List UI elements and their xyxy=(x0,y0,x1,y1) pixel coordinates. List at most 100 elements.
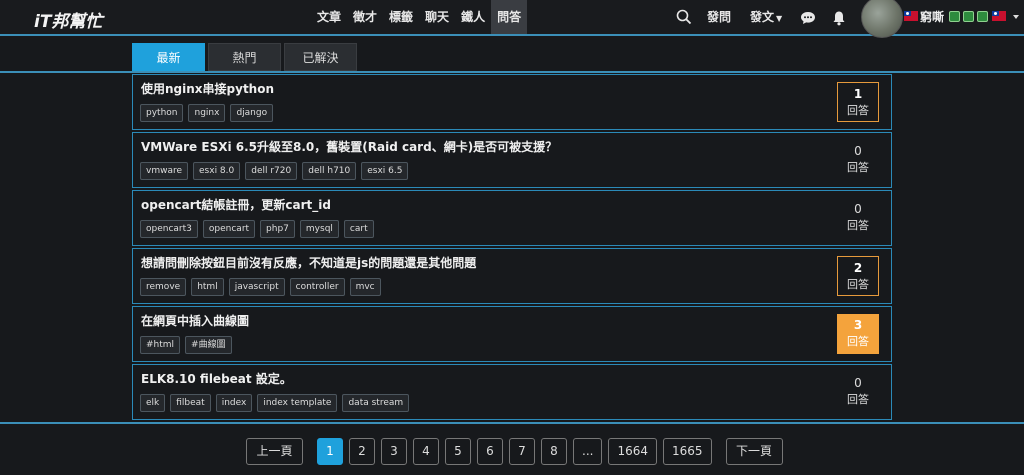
tag-list: python nginx django xyxy=(140,104,274,122)
answer-count[interactable]: 0 回答 xyxy=(837,140,879,180)
tag[interactable]: #曲線圖 xyxy=(185,336,232,354)
question-item: 在網頁中插入曲線圖 #html #曲線圖 3 回答 xyxy=(132,306,892,362)
tag[interactable]: html xyxy=(191,278,224,296)
divider xyxy=(0,422,1024,424)
mahjong-badge-icon xyxy=(977,11,988,22)
answer-count[interactable]: 0 回答 xyxy=(837,372,879,412)
question-list: 使用nginx串接python python nginx django 1 回答… xyxy=(132,74,892,422)
nav-link-chat[interactable]: 聊天 xyxy=(419,0,455,34)
question-item: 想請問刪除按鈕目前沒有反應，不知道是js的問題還是其他問題 remove htm… xyxy=(132,248,892,304)
page-button[interactable]: 7 xyxy=(509,438,535,465)
question-title[interactable]: opencart結帳註冊，更新cart_id xyxy=(141,196,331,213)
answer-count-number: 1 xyxy=(853,87,863,101)
tag[interactable]: mvc xyxy=(349,278,381,296)
page-button[interactable]: 1664 xyxy=(608,438,657,465)
tag-list: remove html javascript controller mvc xyxy=(140,278,381,296)
username[interactable]: 窮嘶 xyxy=(920,0,944,34)
chevron-down-icon: ▼ xyxy=(776,14,783,23)
chat-icon[interactable] xyxy=(800,11,816,25)
question-item: opencart結帳註冊，更新cart_id opencart3 opencar… xyxy=(132,190,892,246)
answer-count-label: 回答 xyxy=(847,393,869,406)
avatar[interactable] xyxy=(861,0,903,38)
question-title[interactable]: ELK8.10 filebeat 設定。 xyxy=(141,370,292,387)
tag[interactable]: filbeat xyxy=(170,394,211,412)
page-button[interactable]: 4 xyxy=(413,438,439,465)
tag[interactable]: #html xyxy=(140,336,181,354)
taiwan-flag-icon xyxy=(992,11,1006,21)
nav-link-jobs[interactable]: 徵才 xyxy=(347,0,383,34)
tag[interactable]: esxi 6.5 xyxy=(361,162,409,180)
ask-button[interactable]: 發問 xyxy=(707,0,731,34)
tag[interactable]: vmware xyxy=(140,162,189,180)
tag[interactable]: esxi 8.0 xyxy=(193,162,241,180)
page-button[interactable]: 2 xyxy=(349,438,375,465)
nav-link-qa[interactable]: 問答 xyxy=(491,0,528,34)
page-ellipsis: ... xyxy=(573,438,603,465)
bell-icon[interactable] xyxy=(832,10,846,26)
prev-page-button[interactable]: 上一頁 xyxy=(246,438,303,465)
page-button[interactable]: 6 xyxy=(477,438,503,465)
answer-count-number: 0 xyxy=(854,376,862,390)
tag[interactable]: python xyxy=(140,104,184,122)
tag-list: opencart3 opencart php7 mysql cart xyxy=(140,220,374,238)
tab-popular[interactable]: 熱門 xyxy=(208,43,281,71)
tag[interactable]: data stream xyxy=(342,394,410,412)
tab-solved[interactable]: 已解決 xyxy=(284,43,357,71)
tag[interactable]: dell h710 xyxy=(302,162,357,180)
tag[interactable]: php7 xyxy=(260,220,295,238)
top-nav: iT邦幫忙 文章 徵才 標籤 聊天 鐵人 問答 發問 發文 ▼ 窮嘶 xyxy=(0,0,1024,38)
question-title[interactable]: 在網頁中插入曲線圖 xyxy=(141,312,249,329)
tab-latest[interactable]: 最新 xyxy=(132,43,205,71)
tag[interactable]: controller xyxy=(289,278,345,296)
tag[interactable]: remove xyxy=(140,278,187,296)
page-button[interactable]: 1 xyxy=(317,438,343,465)
tag[interactable]: nginx xyxy=(188,104,226,122)
question-title[interactable]: 想請問刪除按鈕目前沒有反應，不知道是js的問題還是其他問題 xyxy=(141,254,476,271)
tag[interactable]: index xyxy=(215,394,253,412)
answer-count-label: 回答 xyxy=(847,161,869,174)
divider xyxy=(0,71,1024,73)
tag[interactable]: dell r720 xyxy=(245,162,298,180)
next-page-button[interactable]: 下一頁 xyxy=(725,438,783,465)
tag[interactable]: index template xyxy=(257,394,338,412)
answer-count[interactable]: 1 回答 xyxy=(837,82,879,122)
post-label: 發文 xyxy=(750,10,775,24)
mahjong-badge-icon xyxy=(949,11,960,22)
answer-count[interactable]: 0 回答 xyxy=(837,198,879,238)
nav-link-articles[interactable]: 文章 xyxy=(311,0,347,34)
tag[interactable]: cart xyxy=(343,220,374,238)
tag-list: elk filbeat index index template data st… xyxy=(140,394,410,412)
answer-count-label: 回答 xyxy=(847,335,869,348)
tag[interactable]: opencart xyxy=(202,220,256,238)
answer-count-number: 0 xyxy=(854,144,862,158)
tag[interactable]: javascript xyxy=(228,278,285,296)
page-button[interactable]: 8 xyxy=(541,438,567,465)
tag[interactable]: opencart3 xyxy=(140,220,198,238)
answer-count-label: 回答 xyxy=(847,278,869,291)
answer-count[interactable]: 3 回答 xyxy=(837,314,879,354)
tag[interactable]: django xyxy=(230,104,274,122)
taiwan-flag-icon xyxy=(904,11,918,21)
page-button[interactable]: 5 xyxy=(445,438,471,465)
nav-link-ironman[interactable]: 鐵人 xyxy=(455,0,491,34)
tag-list: vmware esxi 8.0 dell r720 dell h710 esxi… xyxy=(140,162,409,180)
page-button[interactable]: 3 xyxy=(381,438,407,465)
answer-count[interactable]: 2 回答 xyxy=(837,256,879,296)
nav-links: 文章 徵才 標籤 聊天 鐵人 問答 xyxy=(311,0,528,34)
mahjong-badge-icon xyxy=(963,11,974,22)
site-logo[interactable]: iT邦幫忙 xyxy=(34,7,102,32)
question-title[interactable]: 使用nginx串接python xyxy=(141,80,274,97)
question-tabs: 最新 熱門 已解決 xyxy=(132,43,357,71)
question-title[interactable]: VMWare ESXi 6.5升級至8.0，舊裝置(Raid card、網卡)是… xyxy=(141,138,557,155)
post-dropdown[interactable]: 發文 ▼ xyxy=(750,0,782,36)
tag[interactable]: elk xyxy=(140,394,166,412)
pagination: 上一頁 1 2 3 4 5 6 7 8 ... 1664 1665 下一頁 xyxy=(246,438,783,465)
question-item: ELK8.10 filebeat 設定。 elk filbeat index i… xyxy=(132,364,892,420)
nav-link-tags[interactable]: 標籤 xyxy=(383,0,419,34)
search-icon[interactable] xyxy=(676,9,692,25)
page-button[interactable]: 1665 xyxy=(663,438,712,465)
user-menu-chevron-icon[interactable] xyxy=(1013,15,1019,19)
tag[interactable]: mysql xyxy=(299,220,339,238)
answer-count-label: 回答 xyxy=(847,104,869,117)
question-item: 使用nginx串接python python nginx django 1 回答 xyxy=(132,74,892,130)
